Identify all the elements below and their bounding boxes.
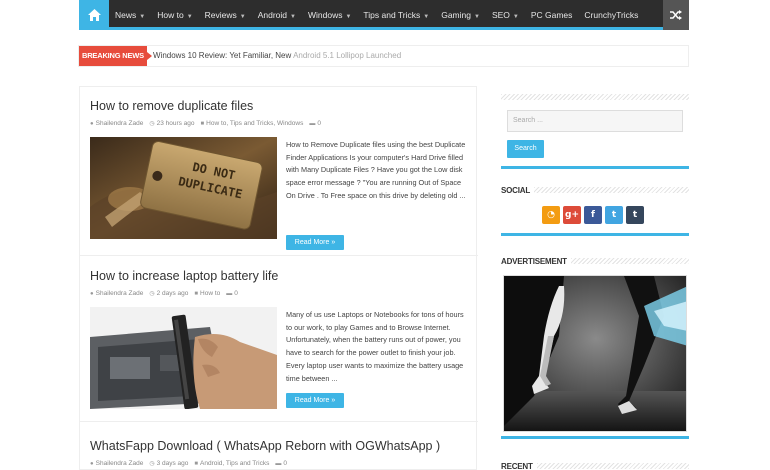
clock-icon: ◷ bbox=[149, 291, 155, 297]
post-time: 2 days ago bbox=[156, 290, 189, 297]
post-categories[interactable]: How to bbox=[200, 290, 220, 297]
home-button[interactable] bbox=[79, 0, 109, 30]
user-icon: ● bbox=[90, 460, 94, 467]
user-icon: ● bbox=[90, 290, 94, 297]
widget-underline bbox=[501, 233, 689, 236]
rss-icon[interactable]: ◔ bbox=[542, 206, 560, 224]
breaking-news-bar: BREAKING NEWS Windows 10 Review: Yet Fam… bbox=[78, 45, 689, 67]
post-item: WhatsFapp Download ( WhatsApp Reborn wit… bbox=[90, 439, 470, 467]
nav-item-how-to[interactable]: How to ▼ bbox=[151, 0, 198, 30]
facebook-icon[interactable]: f bbox=[584, 206, 602, 224]
post-categories[interactable]: How to, Tips and Tricks, Windows bbox=[206, 120, 303, 127]
chevron-down-icon: ▼ bbox=[473, 14, 480, 20]
post-author[interactable]: Shailendra Zade bbox=[96, 290, 144, 297]
chevron-down-icon: ▼ bbox=[423, 14, 430, 20]
widget-underline bbox=[501, 166, 689, 169]
post-excerpt: Many of us use Laptops or Notebooks for … bbox=[286, 310, 464, 383]
read-more-button[interactable]: Read More » bbox=[286, 393, 344, 408]
widget-title: RECENT bbox=[501, 461, 533, 470]
post-item: How to increase laptop battery life ● Sha… bbox=[90, 269, 470, 409]
chevron-down-icon: ▼ bbox=[345, 14, 352, 20]
main-nav: News ▼ How to ▼ Reviews ▼ Android ▼ Windows ▼ Tips… bbox=[79, 0, 689, 30]
chevron-down-icon: ▼ bbox=[139, 14, 146, 20]
post-thumbnail[interactable]: DO NOT DUPLICATE bbox=[90, 137, 277, 239]
read-more-button[interactable]: Read More » bbox=[286, 235, 344, 250]
widget-title: ADVERTISEMENT bbox=[501, 256, 567, 266]
post-thumbnail[interactable] bbox=[90, 307, 277, 409]
search-button[interactable]: Search bbox=[507, 140, 544, 158]
nav-item-seo[interactable]: SEO ▼ bbox=[486, 0, 525, 30]
nav-item-android[interactable]: Android ▼ bbox=[252, 0, 302, 30]
ticker-item-next[interactable]: Android 5.1 Lollipop Launched bbox=[293, 51, 401, 60]
clock-icon: ◷ bbox=[149, 461, 155, 467]
comment-icon: ▬ bbox=[309, 120, 316, 127]
post-divider bbox=[80, 421, 478, 422]
post-item: How to remove duplicate files ● Shailendr… bbox=[90, 99, 470, 250]
chevron-down-icon: ▼ bbox=[290, 14, 296, 20]
post-author[interactable]: Shailendra Zade bbox=[96, 120, 144, 127]
twitter-icon[interactable]: t bbox=[605, 206, 623, 224]
nav-item-reviews[interactable]: Reviews ▼ bbox=[199, 0, 252, 30]
comment-icon: ▬ bbox=[275, 460, 282, 467]
widget-underline bbox=[501, 436, 689, 439]
nav-item-crunchytricks[interactable]: CrunchyTricks bbox=[578, 0, 644, 30]
post-author[interactable]: Shailendra Zade bbox=[96, 460, 144, 467]
recent-widget: RECENT bbox=[501, 461, 689, 470]
nav-item-pc-games[interactable]: PC Games bbox=[525, 0, 579, 30]
social-widget: SOCIAL ◔ g+ f t t bbox=[501, 185, 689, 236]
breaking-news-ticker[interactable]: Windows 10 Review: Yet Familiar, New And… bbox=[153, 46, 401, 66]
social-icons: ◔ g+ f t t bbox=[542, 206, 689, 224]
folder-icon: ■ bbox=[200, 120, 205, 127]
post-title[interactable]: WhatsFapp Download ( WhatsApp Reborn wit… bbox=[90, 439, 470, 453]
chevron-down-icon: ▼ bbox=[186, 14, 193, 20]
post-time: 23 hours ago bbox=[156, 120, 195, 127]
nav-item-gaming[interactable]: Gaming ▼ bbox=[435, 0, 486, 30]
nav-item-windows[interactable]: Windows ▼ bbox=[302, 0, 357, 30]
random-post-button[interactable] bbox=[663, 0, 689, 30]
folder-icon: ■ bbox=[194, 460, 199, 467]
nav-menu: News ▼ How to ▼ Reviews ▼ Android ▼ Windows ▼ Tips… bbox=[109, 0, 644, 30]
comment-icon: ▬ bbox=[226, 290, 233, 297]
shuffle-icon bbox=[670, 10, 682, 20]
nav-item-tips-and-tricks[interactable]: Tips and Tricks ▼ bbox=[357, 0, 435, 30]
user-icon: ● bbox=[90, 120, 94, 127]
post-meta: ● Shailendra Zade ◷ 3 days ago ■ Android, T… bbox=[90, 460, 470, 467]
advertisement-widget: ADVERTISEMENT bbox=[501, 256, 689, 439]
post-time: 3 days ago bbox=[156, 460, 189, 467]
search-input[interactable]: Search ... bbox=[507, 110, 683, 132]
post-categories[interactable]: Android, Tips and Tricks bbox=[200, 460, 269, 467]
post-excerpt: How to Remove Duplicate files using the … bbox=[286, 140, 466, 200]
breaking-news-label: BREAKING NEWS bbox=[79, 46, 152, 66]
post-meta: ● Shailendra Zade ◷ 2 days ago ■ How to ▬ 0 bbox=[90, 290, 470, 297]
post-comments[interactable]: 0 bbox=[317, 120, 321, 127]
post-meta: ● Shailendra Zade ◷ 23 hours ago ■ How to, … bbox=[90, 120, 470, 127]
folder-icon: ■ bbox=[194, 290, 199, 297]
post-divider bbox=[80, 255, 478, 256]
clock-icon: ◷ bbox=[149, 121, 155, 127]
ticker-item[interactable]: Windows 10 Review: Yet Familiar, New bbox=[153, 51, 291, 60]
post-comments[interactable]: 0 bbox=[283, 460, 287, 467]
widget-divider bbox=[501, 94, 689, 100]
post-title[interactable]: How to remove duplicate files bbox=[90, 99, 470, 113]
nav-item-news[interactable]: News ▼ bbox=[109, 0, 151, 30]
advertisement-banner[interactable] bbox=[503, 275, 687, 432]
widget-title: SOCIAL bbox=[501, 185, 531, 195]
chevron-down-icon: ▼ bbox=[512, 14, 519, 20]
tumblr-icon[interactable]: t bbox=[626, 206, 644, 224]
posts-list: How to remove duplicate files ● Shailendr… bbox=[79, 86, 478, 470]
home-icon bbox=[87, 9, 101, 21]
search-widget: Search ... Search bbox=[501, 94, 689, 169]
google-plus-icon[interactable]: g+ bbox=[563, 206, 581, 224]
post-comments[interactable]: 0 bbox=[234, 290, 238, 297]
chevron-down-icon: ▼ bbox=[239, 14, 246, 20]
post-title[interactable]: How to increase laptop battery life bbox=[90, 269, 470, 283]
